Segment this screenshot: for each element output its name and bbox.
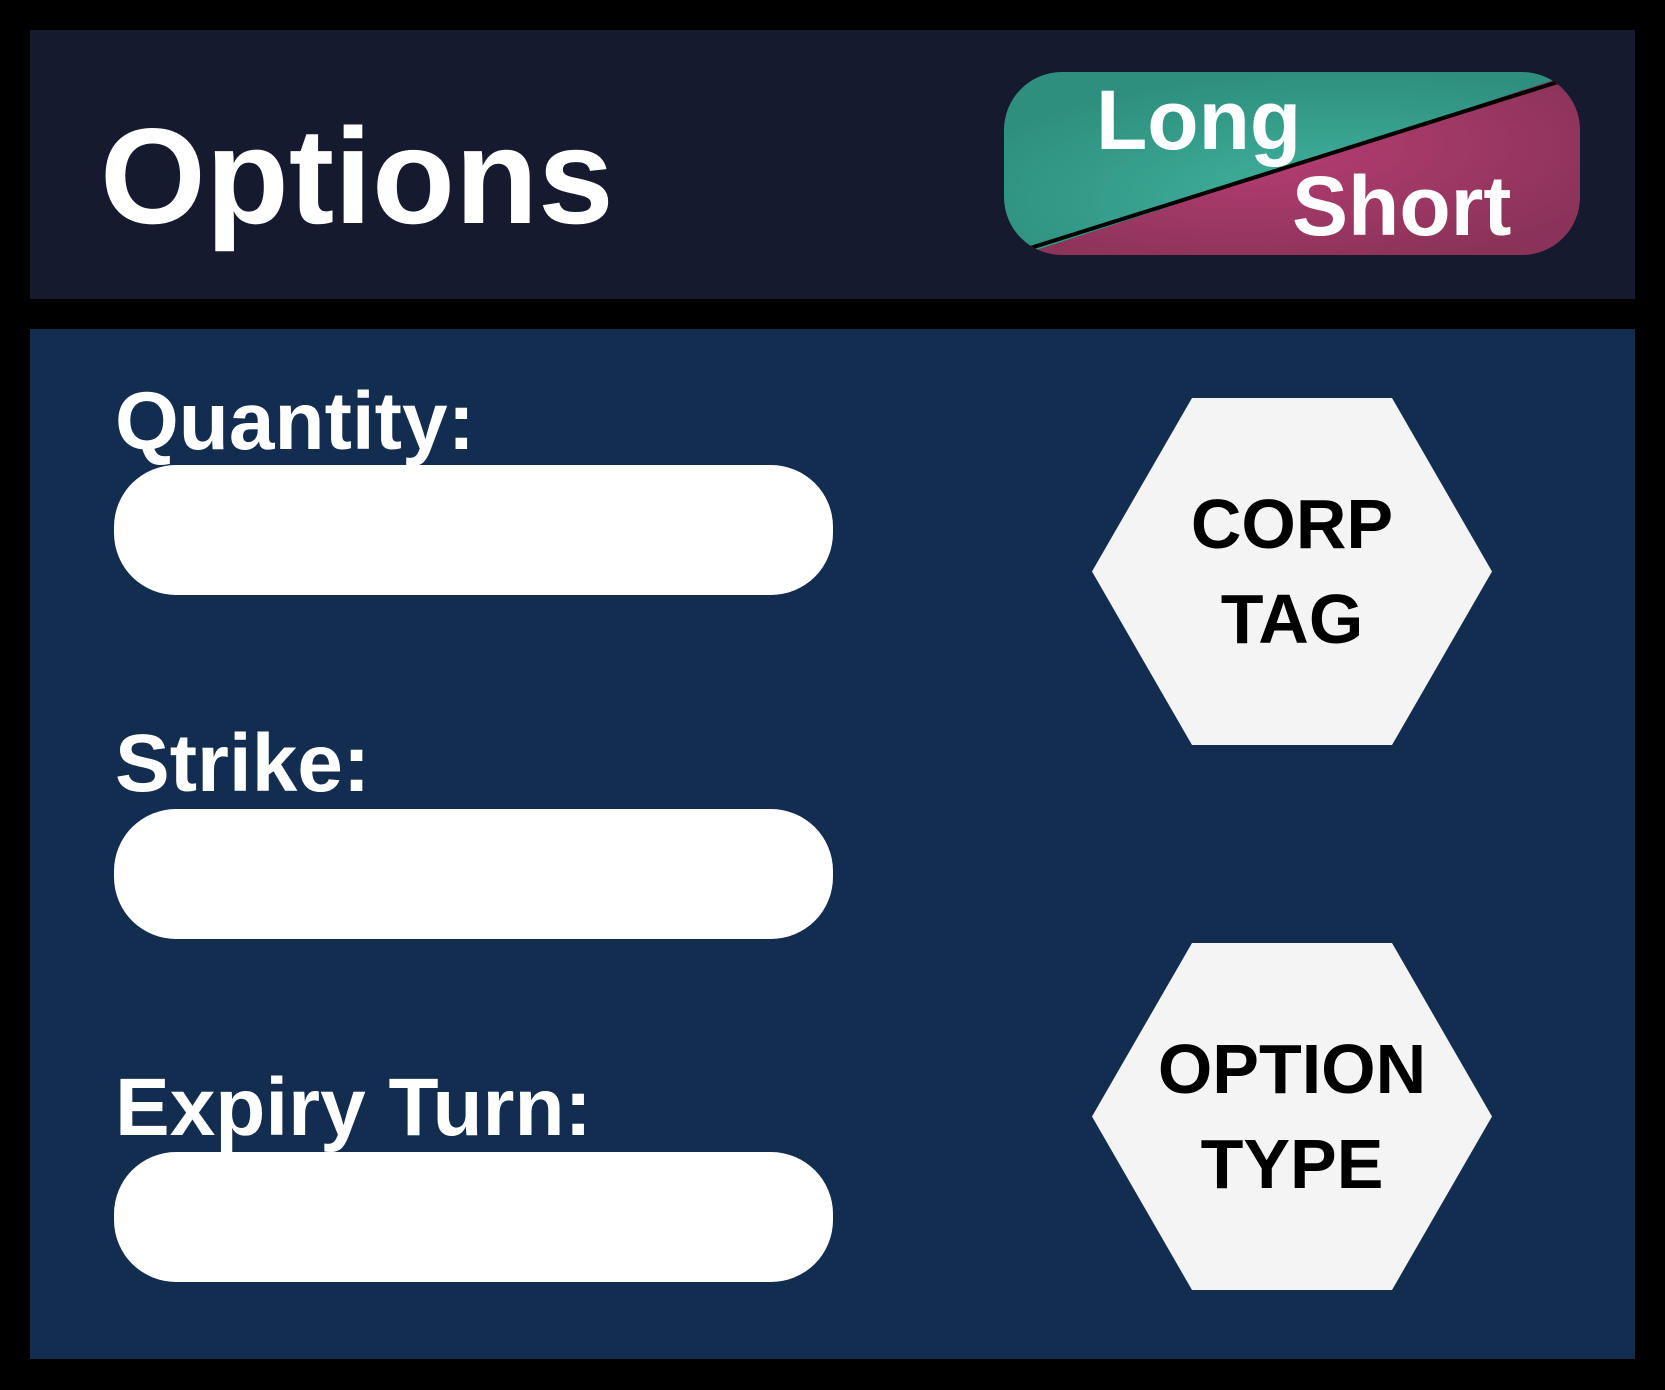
option-type-line2: TYPE: [1200, 1124, 1384, 1203]
corp-tag-button[interactable]: CORP TAG: [1092, 398, 1492, 745]
corp-tag-line2: TAG: [1220, 579, 1364, 658]
strike-label: Strike:: [115, 718, 371, 809]
corp-tag-line1: CORP: [1190, 485, 1394, 563]
quantity-input[interactable]: [114, 465, 833, 595]
toggle-long-label[interactable]: Long: [1096, 78, 1301, 162]
expiry-turn-input[interactable]: [114, 1152, 833, 1282]
toggle-short-label[interactable]: Short: [1292, 164, 1511, 248]
options-form-panel: Quantity: Strike: Expiry Turn: CORP TAG …: [30, 329, 1635, 1359]
long-short-toggle[interactable]: Long Short: [1004, 72, 1580, 255]
expiry-turn-label: Expiry Turn:: [115, 1062, 592, 1153]
option-type-button[interactable]: OPTION TYPE: [1092, 943, 1492, 1290]
option-type-line1: OPTION: [1157, 1030, 1427, 1108]
page-title: Options: [100, 100, 614, 252]
quantity-label: Quantity:: [115, 376, 475, 467]
strike-input[interactable]: [114, 809, 833, 939]
